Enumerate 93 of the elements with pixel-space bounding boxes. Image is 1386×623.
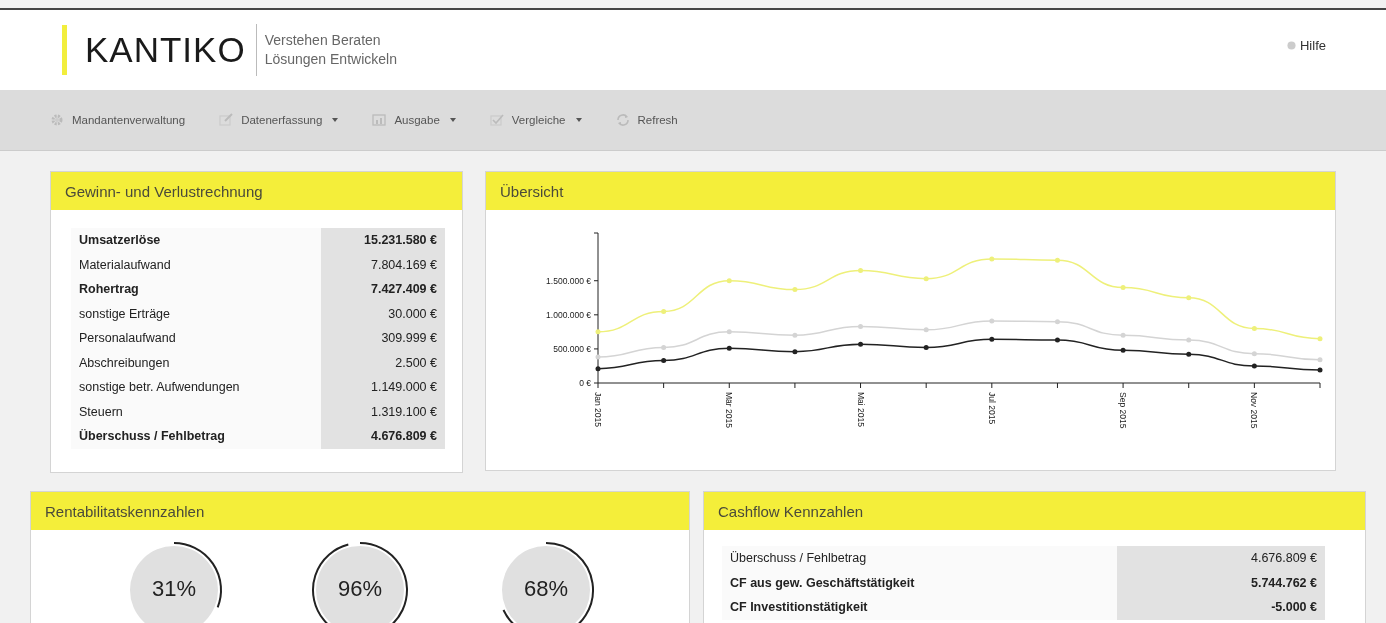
data-point bbox=[726, 329, 732, 335]
row-value: 7.427.409 € bbox=[321, 277, 445, 302]
help-link[interactable]: Hilfe bbox=[1287, 38, 1326, 53]
data-point bbox=[792, 332, 798, 338]
data-point bbox=[1186, 337, 1192, 343]
row-value: 30.000 € bbox=[321, 301, 445, 326]
tagline-text: Lösungen Entwickeln bbox=[264, 50, 397, 69]
data-point bbox=[1120, 332, 1126, 338]
x-tick-label: Jan 2015 bbox=[593, 392, 603, 427]
row-value: 7.804.169 € bbox=[321, 252, 445, 277]
data-point bbox=[595, 329, 601, 335]
row-value: 4.676.809 € bbox=[321, 424, 445, 449]
data-point bbox=[923, 276, 929, 282]
data-point bbox=[989, 336, 995, 342]
row-value: 4.676.809 € bbox=[1117, 546, 1325, 571]
data-point bbox=[858, 323, 864, 329]
row-label: Materialaufwand bbox=[71, 252, 321, 277]
data-point bbox=[1186, 295, 1192, 301]
data-point bbox=[1120, 285, 1126, 291]
y-tick-label: 1.500.000 € bbox=[546, 275, 591, 286]
row-label: Rohertrag bbox=[71, 277, 321, 302]
data-point bbox=[858, 268, 864, 273]
data-point bbox=[595, 366, 601, 372]
data-point bbox=[726, 278, 732, 284]
row-label: Abschreibungen bbox=[71, 350, 321, 375]
x-tick-label: Nov 2015 bbox=[1249, 392, 1260, 429]
gauge-reading: 31% bbox=[150, 576, 197, 602]
data-point bbox=[1251, 363, 1257, 369]
row-value: 15.231.580 € bbox=[321, 228, 445, 253]
data-point bbox=[595, 354, 601, 360]
nav-menu-item[interactable]: Datenerfassung bbox=[219, 113, 339, 127]
row-label: sonstige betr. Aufwendungen bbox=[71, 375, 321, 400]
row-label: sonstige Erträge bbox=[71, 301, 321, 326]
panel-title: Rentabilitatskennzahlen bbox=[31, 492, 689, 530]
data-point bbox=[1054, 337, 1060, 343]
row-value: 1.149.000 € bbox=[321, 375, 445, 400]
data-point bbox=[1317, 336, 1323, 342]
x-tick-label: Mär 2015 bbox=[724, 392, 735, 428]
row-label: Umsatzerlöse bbox=[71, 228, 321, 253]
data-point bbox=[1186, 351, 1192, 357]
refresh-icon bbox=[615, 113, 630, 127]
row-value: 2.500 € bbox=[321, 350, 445, 375]
data-point bbox=[726, 345, 732, 351]
x-tick-label: Mai 2015 bbox=[855, 392, 866, 427]
gauge-reading: 96% bbox=[336, 576, 383, 602]
panel-title: Übersicht bbox=[486, 172, 1335, 210]
data-point bbox=[923, 327, 929, 333]
y-tick-label: 500.000 € bbox=[553, 343, 591, 354]
data-point bbox=[792, 349, 798, 355]
panel-title: Gewinn- und Verlustrechnung bbox=[51, 172, 462, 210]
checkbox-icon bbox=[489, 113, 504, 127]
gauge-reading: 68% bbox=[522, 576, 569, 602]
row-label: CF aus gew. Geschäftstätigkeit bbox=[722, 570, 1117, 595]
data-point bbox=[858, 341, 864, 347]
data-point bbox=[1054, 257, 1060, 263]
data-point bbox=[1317, 367, 1323, 373]
x-tick-label: Jul 2015 bbox=[986, 392, 997, 425]
row-value: 1.319.100 € bbox=[321, 399, 445, 424]
row-label: CF Investitionstätigkeit bbox=[722, 595, 1117, 620]
data-point bbox=[923, 345, 929, 351]
nav-menu-item[interactable]: Ausgabe bbox=[372, 113, 456, 127]
row-label: Überschuss / Fehlbetrag bbox=[71, 424, 321, 449]
data-point bbox=[1120, 347, 1126, 353]
row-value: 5.744.762 € bbox=[1117, 570, 1325, 595]
edit-icon bbox=[219, 113, 234, 127]
row-label: Überschuss / Fehlbetrag bbox=[722, 546, 1117, 571]
y-tick-label: 1.000.000 € bbox=[546, 309, 591, 320]
gear-icon bbox=[50, 113, 64, 127]
row-value: 309.999 € bbox=[321, 326, 445, 351]
chart-icon bbox=[372, 113, 387, 127]
help-icon bbox=[1287, 41, 1296, 50]
data-point bbox=[1054, 319, 1060, 325]
panel-title: Cashflow Kennzahlen bbox=[704, 492, 1365, 530]
data-point bbox=[1251, 351, 1257, 357]
row-label: Personalaufwand bbox=[71, 326, 321, 351]
data-point bbox=[1251, 325, 1257, 331]
nav-menu-item[interactable]: Mandantenverwaltung bbox=[50, 113, 186, 127]
logo-accent-bar bbox=[62, 25, 67, 75]
y-tick-label: 0 € bbox=[579, 378, 591, 388]
data-point bbox=[661, 308, 667, 314]
data-point bbox=[661, 345, 667, 351]
data-point bbox=[1317, 357, 1323, 363]
data-point bbox=[989, 256, 995, 262]
x-tick-label: Sep 2015 bbox=[1118, 392, 1129, 429]
row-label: Steuern bbox=[71, 399, 321, 424]
data-point bbox=[661, 358, 667, 363]
data-point bbox=[989, 318, 995, 324]
data-point bbox=[792, 287, 798, 293]
logo-text: KANTIKO bbox=[85, 30, 246, 70]
nav-menu-item[interactable]: Refresh bbox=[615, 113, 678, 127]
row-value: -5.000 € bbox=[1117, 595, 1325, 620]
tagline-text: Verstehen Beraten bbox=[264, 31, 382, 50]
nav-menu-item[interactable]: Vergleiche bbox=[489, 113, 582, 127]
